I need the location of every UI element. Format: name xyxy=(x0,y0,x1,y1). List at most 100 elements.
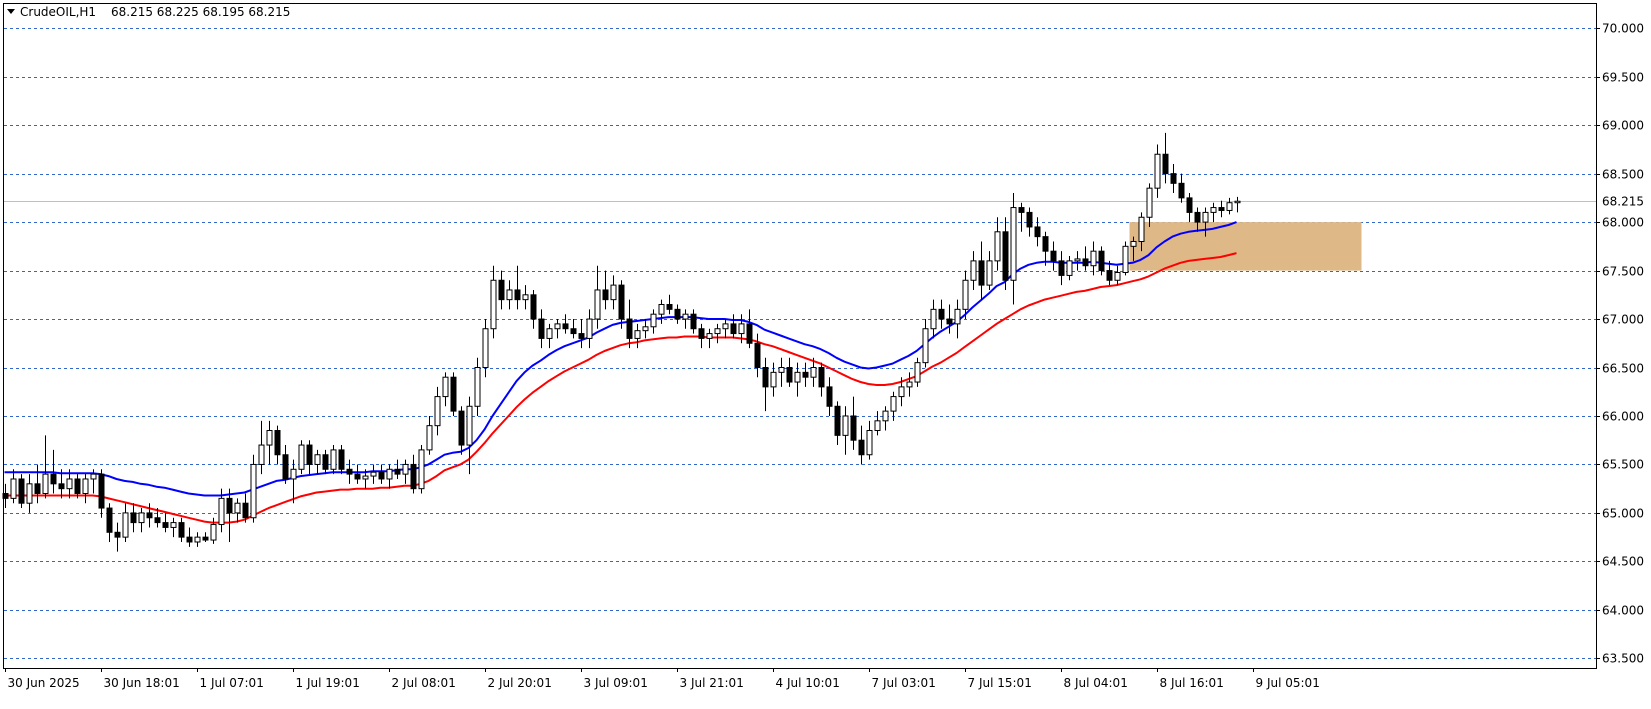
price-tick-label: 64.500 xyxy=(1602,555,1644,569)
time-tick-label: 2 Jul 08:01 xyxy=(392,676,456,690)
candle-body-bull xyxy=(482,328,489,369)
candle-body-bear xyxy=(306,444,313,465)
candle-body-bull xyxy=(970,260,977,281)
price-tick-label: 69.000 xyxy=(1602,119,1644,133)
price-tick-label: 68.500 xyxy=(1602,168,1644,182)
candle-body-bear xyxy=(530,294,537,320)
candle-body-bull xyxy=(738,323,745,335)
chart-header[interactable]: CrudeOIL,H1 68.215 68.225 68.195 68.215 xyxy=(7,5,290,19)
candle-body-bull xyxy=(882,410,889,422)
candle-body-bear xyxy=(338,449,345,470)
candle-body-bull xyxy=(642,326,649,332)
ohlc-values: 68.215 68.225 68.195 68.215 xyxy=(111,5,290,19)
time-tick-label: 30 Jun 18:01 xyxy=(104,676,180,690)
candle-body-bull xyxy=(1122,245,1129,274)
candle-body-bull xyxy=(90,473,97,480)
candle-body-bear xyxy=(674,308,681,320)
candle-body-bear xyxy=(1042,236,1049,252)
candle-body-bear xyxy=(322,454,329,470)
price-tick-label: 65.500 xyxy=(1602,458,1644,472)
candle-body-bull xyxy=(634,330,641,339)
candle-body-bull xyxy=(330,449,337,470)
candle-body-bear xyxy=(802,371,809,378)
candle-body-bull xyxy=(546,328,553,339)
candle-body-bear xyxy=(762,367,769,388)
zone-layer xyxy=(1129,222,1362,271)
candle-body-bear xyxy=(818,367,825,388)
candle-body-bear xyxy=(226,497,233,514)
candle xyxy=(18,474,25,509)
candle-body-bull xyxy=(442,376,449,398)
time-tick-label: 3 Jul 09:01 xyxy=(584,676,648,690)
candle-body-bull xyxy=(42,473,49,495)
candle-body-bear xyxy=(354,473,361,480)
current-price-label: 68.215 xyxy=(1602,195,1644,209)
chart-canvas[interactable]: 70.000 69.500 69.000 68.500 68.000 67.500 67.0… xyxy=(0,0,1651,705)
candle-body-bear xyxy=(754,342,761,369)
candle-body-bull xyxy=(402,463,409,475)
candle-body-bull xyxy=(1130,240,1137,247)
candle-body-bear xyxy=(826,386,833,407)
candle-body-bear xyxy=(394,468,401,475)
price-tick-label: 69.500 xyxy=(1602,71,1644,85)
candle-body-bull xyxy=(314,454,321,465)
candle xyxy=(250,454,257,523)
candle-body-bear xyxy=(618,284,625,320)
candle-body-bear xyxy=(130,512,137,524)
price-tick-label: 68.000 xyxy=(1602,216,1644,230)
candle-body-bear xyxy=(242,502,249,519)
time-tick-label: 9 Jul 05:01 xyxy=(1256,676,1320,690)
candle-body-bear xyxy=(346,468,353,475)
candle-body-bear xyxy=(1058,260,1065,276)
candle-body-bull xyxy=(866,430,873,456)
candle-body-bull xyxy=(874,420,881,432)
candle-body-bull xyxy=(706,333,713,339)
time-tick-label: 1 Jul 19:01 xyxy=(296,676,360,690)
candle-body-bull xyxy=(418,449,425,490)
candle-body-bull xyxy=(1114,272,1121,281)
price-tick-label: 67.500 xyxy=(1602,265,1644,279)
candle-body-bear xyxy=(18,478,25,504)
candle-body-bear xyxy=(178,522,185,538)
candle-body-bear xyxy=(378,471,385,480)
candle-body-bull xyxy=(298,444,305,470)
candle-body-bear xyxy=(562,323,569,330)
time-tick-label: 7 Jul 15:01 xyxy=(968,676,1032,690)
symbol-label: CrudeOIL,H1 xyxy=(20,5,96,19)
candle-body-bull xyxy=(714,328,721,335)
candle-body-bull xyxy=(994,231,1001,262)
candle-body-bull xyxy=(962,279,969,310)
candle-body-bull xyxy=(778,367,785,373)
candle-body-bull xyxy=(930,308,937,330)
candle-body-bear xyxy=(1178,182,1185,199)
candle-body-bull xyxy=(1210,207,1217,213)
candle-body-bull xyxy=(1234,200,1241,204)
candle-body-bear xyxy=(602,289,609,301)
candle-body-bear xyxy=(106,507,113,533)
candle-body-bear xyxy=(114,531,121,538)
candle-body-bull xyxy=(906,381,913,388)
candle-body-bull xyxy=(218,497,225,526)
candle-body-bull xyxy=(426,425,433,451)
candle-body-bear xyxy=(1106,270,1113,281)
candle-body-bear xyxy=(1018,207,1025,213)
candle-body-bear xyxy=(538,318,545,339)
candle-body-bear xyxy=(162,522,169,528)
candle-body-bull xyxy=(490,279,497,330)
candle-body-bear xyxy=(186,536,193,543)
candle-body-bull xyxy=(66,478,73,490)
candle xyxy=(338,445,345,475)
candle-body-bear xyxy=(1082,258,1089,267)
candle-body-bull xyxy=(554,323,561,330)
candle-body-bull xyxy=(650,313,657,328)
candle-body-bear xyxy=(578,333,585,339)
candle-body-bull xyxy=(522,294,529,301)
candle-body-bull xyxy=(922,328,929,364)
candle-body-bear xyxy=(1186,197,1193,213)
candle-body-bull xyxy=(506,289,513,301)
candle-body-bear xyxy=(946,318,953,325)
price-chart[interactable]: 70.000 69.500 69.000 68.500 68.000 67.500 67.0… xyxy=(0,0,1651,705)
price-tick-label: 66.000 xyxy=(1602,410,1644,424)
candle-body-bull xyxy=(1074,258,1081,262)
candle-body-bear xyxy=(1026,211,1033,228)
